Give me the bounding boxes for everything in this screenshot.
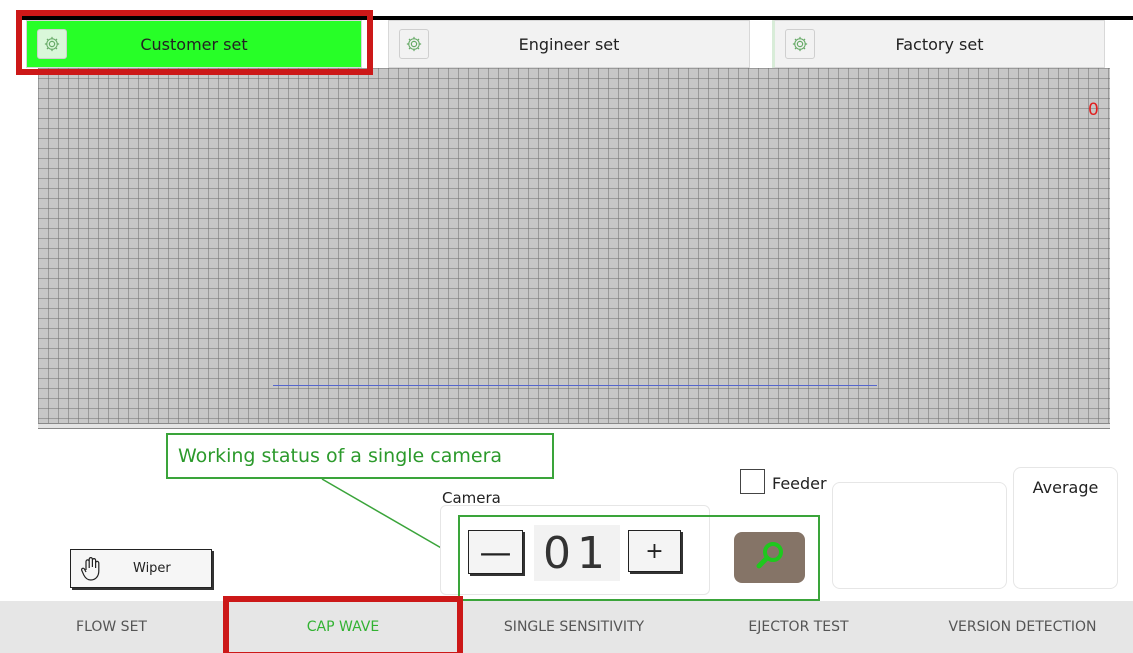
hand-icon — [79, 555, 103, 583]
wiper-button[interactable]: Wiper — [70, 549, 212, 588]
wave-counter: 0 — [1088, 100, 1099, 120]
average-label: Average — [1032, 478, 1099, 497]
gear-icon — [399, 29, 429, 59]
gear-icon — [785, 29, 815, 59]
nav-flow-set[interactable]: FLOW SET — [0, 601, 223, 653]
tab-label: Factory set — [895, 34, 984, 54]
highlight-customer-set — [16, 10, 373, 75]
feeder-label: Feeder — [772, 474, 827, 493]
feeder-checkbox[interactable] — [740, 469, 765, 494]
wiper-label: Wiper — [133, 561, 171, 576]
tab-label: Engineer set — [518, 34, 620, 54]
wave-line — [273, 385, 877, 386]
average-panel: Average — [1013, 467, 1118, 589]
status-panel — [832, 482, 1007, 589]
tab-factory-set[interactable]: Factory set — [772, 20, 1105, 68]
camera-annotation-box — [458, 515, 820, 601]
highlight-cap-wave — [223, 596, 463, 653]
graph-baseline — [38, 423, 1110, 429]
nav-single-sensitivity[interactable]: SINGLE SENSITIVITY — [463, 601, 685, 653]
nav-version-detection[interactable]: VERSION DETECTION — [912, 601, 1133, 653]
annotation-label: Working status of a single camera — [166, 433, 554, 479]
nav-ejector-test[interactable]: EJECTOR TEST — [685, 601, 912, 653]
cap-wave-graph — [38, 68, 1110, 423]
tab-engineer-set[interactable]: Engineer set — [388, 20, 750, 68]
bottom-navigation: FLOW SET CAP WAVE SINGLE SENSITIVITY EJE… — [0, 601, 1133, 653]
